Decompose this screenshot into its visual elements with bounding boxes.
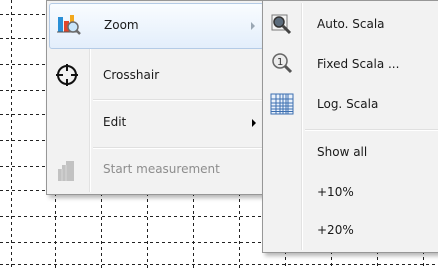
measurement-icon <box>54 157 80 183</box>
submenu-item-plus-10[interactable]: +10% <box>265 175 437 211</box>
submenu-item-show-all[interactable]: Show all <box>265 133 437 169</box>
crosshair-icon <box>54 62 80 88</box>
submenu-item-fixed-scala[interactable]: 1 Fixed Scala ... <box>265 45 437 85</box>
submenu-arrow-icon <box>251 22 255 30</box>
chart-zoom-icon <box>55 12 81 38</box>
menu-separator <box>305 129 438 131</box>
magnifier-fixed-icon: 1 <box>269 51 295 77</box>
menu-item-edit[interactable]: Edit <box>49 101 264 145</box>
submenu-arrow-icon <box>252 119 256 127</box>
menu-item-start-measurement-label: Start measurement <box>103 162 220 176</box>
submenu-item-log-scala[interactable]: Log. Scala <box>265 85 437 125</box>
submenu-item-auto-scala-label: Auto. Scala <box>317 17 385 31</box>
menu-item-edit-label: Edit <box>103 115 127 129</box>
submenu-item-auto-scala[interactable]: Auto. Scala <box>265 5 437 45</box>
menu-item-start-measurement[interactable]: Start measurement <box>49 149 264 191</box>
zoom-submenu: Auto. Scala 1 Fixed Scala ... Log. Scala… <box>262 0 438 253</box>
menu-item-crosshair-label: Crosshair <box>103 68 160 82</box>
submenu-item-plus-20-label: +20% <box>317 223 354 237</box>
submenu-item-log-scala-label: Log. Scala <box>317 97 379 111</box>
menu-item-zoom-label: Zoom <box>104 18 139 32</box>
submenu-item-plus-10-label: +10% <box>317 185 354 199</box>
menu-item-zoom[interactable]: Zoom <box>49 3 264 49</box>
log-grid-icon <box>269 91 295 117</box>
submenu-item-plus-20[interactable]: +20% <box>265 213 437 249</box>
menu-item-crosshair[interactable]: Crosshair <box>49 51 264 99</box>
submenu-item-show-all-label: Show all <box>317 145 368 159</box>
svg-text:1: 1 <box>277 57 283 68</box>
submenu-item-fixed-scala-label: Fixed Scala ... <box>317 57 400 71</box>
chart-context-menu: Zoom Crosshair Edit Start measurement <box>46 0 267 195</box>
magnifier-auto-icon <box>269 12 295 38</box>
